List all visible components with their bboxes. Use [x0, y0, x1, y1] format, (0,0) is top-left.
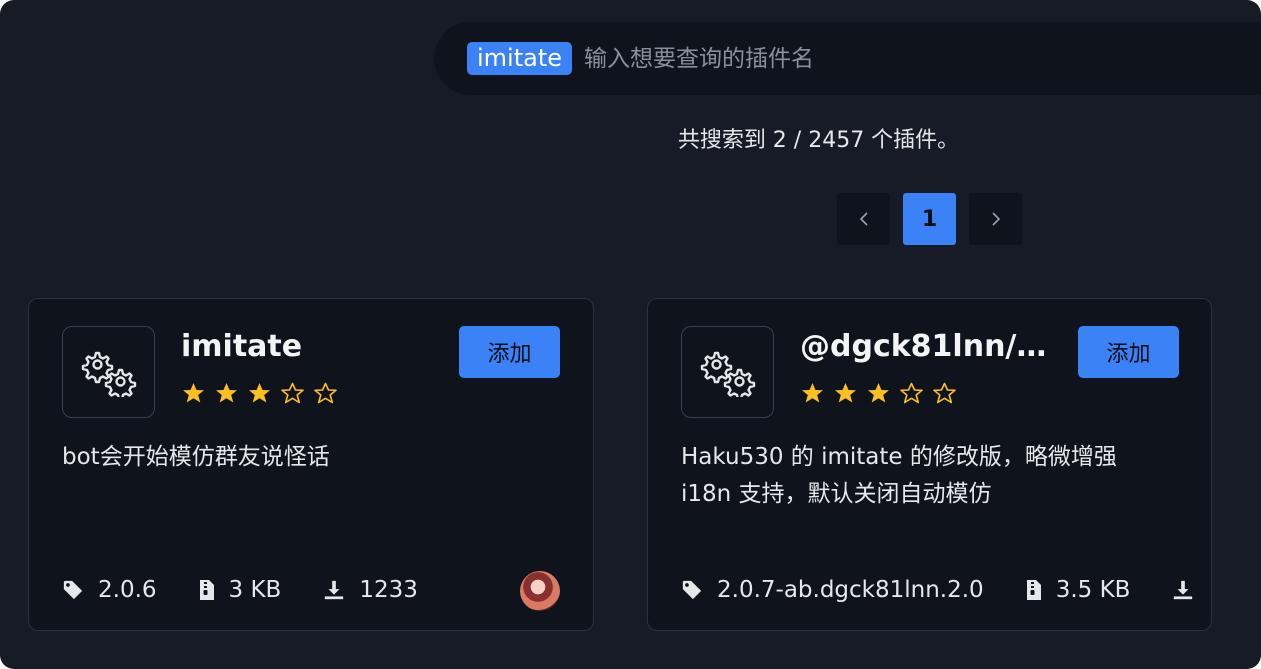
- add-plugin-button[interactable]: 添加: [1078, 326, 1179, 378]
- star-empty-icon: [933, 382, 956, 404]
- downloads-info: [1172, 579, 1208, 601]
- add-plugin-button[interactable]: 添加: [459, 326, 560, 378]
- rating-stars: [800, 381, 957, 405]
- plugin-name[interactable]: imitate: [181, 329, 431, 364]
- chevron-left-icon: [859, 212, 868, 226]
- gears-icon: [81, 351, 136, 397]
- file-zip-icon: [199, 580, 214, 600]
- pagination: 1: [837, 193, 1022, 245]
- page-1-button[interactable]: 1: [903, 193, 956, 245]
- plugin-card[interactable]: imitate 添加 bot会开始模仿群友说怪话 2.0.6 3 KB 1233: [28, 298, 594, 631]
- size-text: 3.5 KB: [1055, 577, 1131, 603]
- downloads-info: 1233: [323, 577, 418, 603]
- plugin-meta: 2.0.6 3 KB 1233: [62, 577, 460, 603]
- version-info: 2.0.7-ab.dgck81lnn.2.0: [681, 577, 984, 603]
- downloads-text: 1233: [359, 577, 418, 603]
- search-input[interactable]: [584, 45, 1085, 72]
- download-icon: [325, 580, 344, 600]
- plugin-icon: [681, 326, 774, 418]
- file-zip-icon: [1026, 580, 1041, 600]
- plugin-market-panel: imitate 共搜索到 2 / 2457 个插件。 1: [0, 0, 1261, 669]
- search-bar[interactable]: imitate: [434, 22, 1261, 95]
- star-filled-icon: [249, 383, 270, 403]
- author-avatar[interactable]: [520, 571, 560, 611]
- next-page-button[interactable]: [969, 193, 1022, 245]
- plugin-icon: [62, 326, 155, 418]
- star-filled-icon: [868, 383, 889, 403]
- star-filled-icon: [216, 383, 237, 403]
- plugin-description: bot会开始模仿群友说怪话: [62, 444, 330, 470]
- plugin-description: Haku530 的 imitate 的修改版，略微增强 i18n 支持，默认关闭…: [681, 444, 1117, 507]
- chevron-right-icon: [991, 212, 1000, 226]
- result-summary: 共搜索到 2 / 2457 个插件。: [677, 128, 960, 153]
- plugin-meta: 2.0.7-ab.dgck81lnn.2.0 3.5 KB: [681, 577, 1250, 603]
- star-filled-icon: [802, 383, 823, 403]
- size-info: 3 KB: [199, 577, 282, 603]
- star-filled-icon: [183, 383, 204, 403]
- gears-icon: [700, 351, 755, 397]
- star-empty-icon: [314, 382, 337, 404]
- tag-icon: [682, 580, 702, 600]
- star-empty-icon: [281, 382, 304, 404]
- size-info: 3.5 KB: [1026, 577, 1131, 603]
- star-filled-icon: [835, 383, 856, 403]
- size-text: 3 KB: [228, 577, 282, 603]
- plugin-card[interactable]: @dgck81lnn/i... 添加 Haku530 的 imitate 的修改…: [647, 298, 1212, 631]
- download-icon: [1174, 580, 1193, 600]
- plugin-name[interactable]: @dgck81lnn/i...: [800, 329, 1050, 364]
- star-empty-icon: [900, 382, 923, 404]
- rating-stars: [181, 381, 338, 405]
- tag-icon: [63, 580, 83, 600]
- version-text: 2.0.6: [98, 577, 157, 603]
- version-info: 2.0.6: [62, 577, 157, 603]
- search-tag[interactable]: imitate: [467, 42, 573, 75]
- prev-page-button[interactable]: [837, 193, 890, 245]
- version-text: 2.0.7-ab.dgck81lnn.2.0: [717, 577, 984, 603]
